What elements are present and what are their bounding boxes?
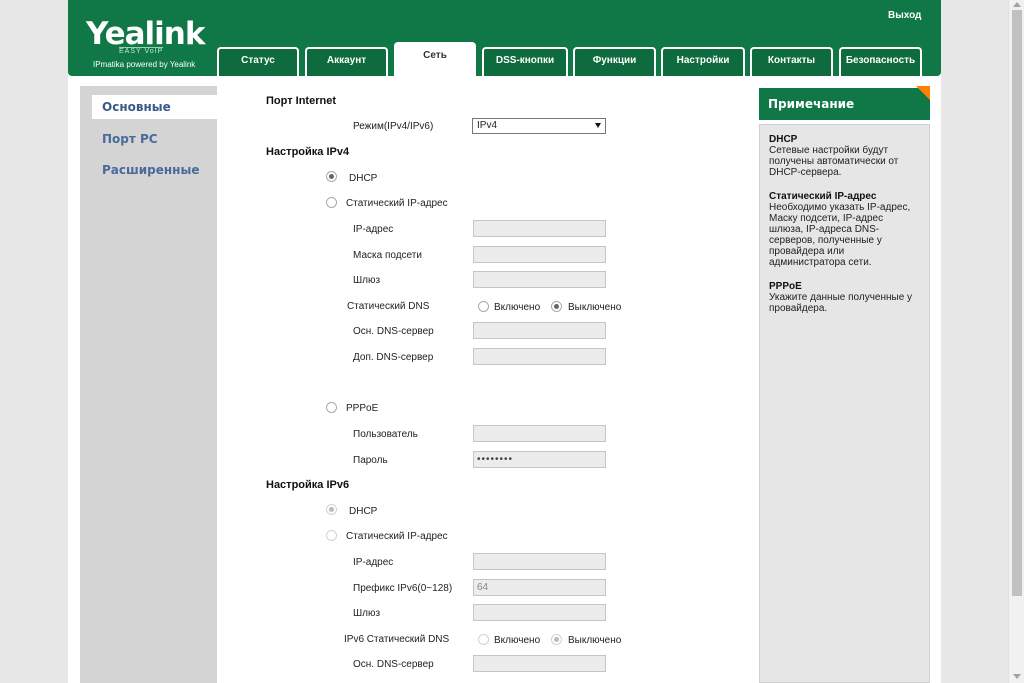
ipv4-static-radio[interactable] (326, 197, 337, 208)
tab-contacts[interactable]: Контакты (750, 47, 833, 76)
ipv4-static-dns-off-label: Выключено (568, 302, 622, 313)
ipv6-static-dns-on-radio[interactable] (478, 634, 489, 645)
ipv4-gateway-label: Шлюз (353, 275, 381, 286)
ipv4-dns2-label: Доп. DNS-сервер (353, 352, 434, 363)
ipv4-ip-input[interactable] (473, 220, 606, 237)
internet-port-title: Порт Internet (266, 95, 336, 107)
ipv4-ip-label: IP-адрес (353, 224, 394, 235)
scroll-thumb[interactable] (1012, 10, 1022, 596)
ipv6-dns1-input[interactable] (473, 655, 606, 672)
pppoe-password-input[interactable]: •••••••• (473, 451, 606, 468)
ipv6-title: Настройка IPv6 (266, 479, 350, 491)
tab-status[interactable]: Статус (217, 47, 299, 76)
note-pppoe-text: Укажите данные полученные у провайдера. (769, 292, 913, 314)
page-scrollbar[interactable] (1008, 0, 1024, 683)
header-bar: Yealink EASY VoIP IPmatika powered by Ye… (68, 0, 941, 78)
main-tabs: Статус Аккаунт Сеть DSS-кнопки Функции Н… (68, 0, 941, 78)
ipv6-ip-input[interactable] (473, 553, 606, 570)
note-pppoe-heading: PPPoE (769, 281, 802, 292)
ipv6-ip-label: IP-адрес (353, 557, 394, 568)
tab-features[interactable]: Функции (573, 47, 656, 76)
ipv4-static-label: Статический IP-адрес (346, 198, 448, 209)
ipv6-gateway-input[interactable] (473, 604, 606, 621)
ipv6-static-dns-label: IPv6 Статический DNS (344, 634, 450, 645)
ipv4-static-dns-label: Статический DNS (347, 301, 430, 312)
sidebar-item-pc-port[interactable]: Порт PC (102, 132, 158, 146)
tab-dss-keys[interactable]: DSS-кнопки (482, 47, 568, 76)
note-static-heading: Статический IP-адрес (769, 191, 877, 202)
tab-security[interactable]: Безопасность (839, 47, 922, 76)
ipv6-static-radio[interactable] (326, 530, 337, 541)
ipv6-prefix-input[interactable]: 64 (473, 579, 606, 596)
note-title: Примечание (759, 88, 930, 120)
pppoe-user-input[interactable] (473, 425, 606, 442)
sidebar-item-basic[interactable]: Основные (92, 95, 217, 119)
ipv4-mask-label: Маска подсети (353, 250, 422, 261)
sidebar-item-advanced[interactable]: Расширенные (102, 163, 199, 177)
ipv6-static-label: Статический IP-адрес (346, 531, 448, 542)
ipv4-static-dns-on-radio[interactable] (478, 301, 489, 312)
tab-network[interactable]: Сеть (394, 42, 476, 78)
mode-label: Режим(IPv4/IPv6) (353, 121, 434, 132)
ipv4-mask-input[interactable] (473, 246, 606, 263)
network-form: Порт Internet Режим(IPv4/IPv6) IPv4 Наст… (224, 86, 752, 683)
scroll-up-arrow-icon[interactable] (1013, 2, 1021, 7)
ipv4-static-dns-off-radio[interactable] (551, 301, 562, 312)
ipv6-prefix-label: Префикс IPv6(0~128) (353, 583, 453, 594)
mode-select-value: IPv4 (477, 120, 498, 131)
ipv4-dns1-label: Осн. DNS-сервер (353, 326, 434, 337)
ipv6-dhcp-label: DHCP (349, 506, 378, 517)
pppoe-password-label: Пароль (353, 455, 388, 466)
pppoe-radio[interactable] (326, 402, 337, 413)
ipv6-dhcp-radio[interactable] (326, 504, 337, 515)
note-static-text: Необходимо указать IP-адрес, Маску подсе… (769, 202, 911, 268)
pppoe-label: PPPoE (346, 403, 379, 414)
ipv6-static-dns-off-radio[interactable] (551, 634, 562, 645)
scroll-down-arrow-icon[interactable] (1013, 674, 1021, 679)
note-body: DHCP Сетевые настройки будут получены ав… (759, 124, 930, 683)
sidebar: Основные Порт PC Расширенные (80, 86, 217, 683)
page-container: Yealink EASY VoIP IPmatika powered by Ye… (68, 0, 941, 683)
ipv6-static-dns-off-label: Выключено (568, 635, 622, 646)
tab-account[interactable]: Аккаунт (305, 47, 388, 76)
note-panel: Примечание DHCP Сетевые настройки будут … (759, 86, 930, 683)
note-dhcp-heading: DHCP (769, 134, 798, 145)
ipv4-dhcp-radio[interactable] (326, 171, 337, 182)
ipv6-dns1-label: Осн. DNS-сервер (353, 659, 434, 670)
chevron-down-icon (595, 123, 601, 128)
corner-fold-icon (916, 86, 930, 100)
ipv6-static-dns-on-label: Включено (494, 635, 541, 646)
mode-select[interactable]: IPv4 (472, 118, 606, 134)
note-dhcp-text: Сетевые настройки будут получены автомат… (769, 145, 899, 178)
ipv4-static-dns-on-label: Включено (494, 302, 541, 313)
pppoe-user-label: Пользователь (353, 429, 418, 440)
ipv4-dns2-input[interactable] (473, 348, 606, 365)
ipv4-title: Настройка IPv4 (266, 146, 350, 158)
ipv4-gateway-input[interactable] (473, 271, 606, 288)
ipv4-dns1-input[interactable] (473, 322, 606, 339)
ipv6-gateway-label: Шлюз (353, 608, 381, 619)
ipv4-dhcp-label: DHCP (349, 173, 378, 184)
tab-settings[interactable]: Настройки (661, 47, 745, 76)
